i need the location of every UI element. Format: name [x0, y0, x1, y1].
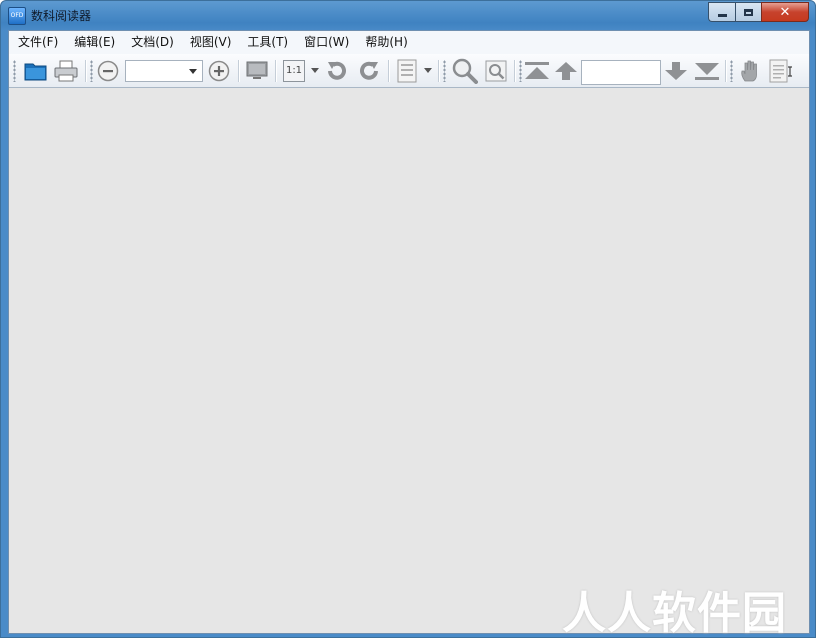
printer-icon: [54, 60, 78, 81]
zoom-out-button[interactable]: [95, 54, 121, 87]
page-layout-button[interactable]: [394, 54, 420, 87]
menu-document[interactable]: 文档(D): [123, 31, 182, 54]
menu-view[interactable]: 视图(V): [182, 31, 240, 54]
monitor-icon: [246, 61, 268, 79]
document-area[interactable]: [9, 88, 809, 633]
fullscreen-button[interactable]: [243, 54, 271, 87]
chevron-down-icon: [424, 68, 432, 73]
actual-size-button[interactable]: 1:1: [281, 54, 307, 87]
zoom-area-button[interactable]: [482, 54, 510, 87]
zoom-in-circle-icon: [208, 60, 230, 81]
fit-options-dropdown[interactable]: [309, 54, 321, 87]
zoom-out-circle-icon: [97, 60, 119, 81]
minimize-icon: [717, 13, 727, 17]
hand-tool-button[interactable]: [737, 54, 763, 87]
actual-size-icon: 1:1: [283, 59, 305, 82]
page-layout-icon: [397, 59, 417, 82]
first-page-icon: [525, 61, 549, 79]
magnifier-icon: [452, 58, 478, 84]
open-folder-icon: [24, 63, 47, 80]
page-layout-dropdown[interactable]: [422, 54, 434, 87]
toolbar-separator: [725, 60, 726, 82]
app-icon: OFD: [8, 7, 26, 25]
maximize-button[interactable]: [735, 2, 761, 22]
menu-file[interactable]: 文件(F): [10, 31, 66, 54]
window-controls: ✕: [708, 2, 809, 22]
arrow-down-icon: [665, 61, 687, 80]
first-page-button[interactable]: [523, 54, 551, 87]
title-bar[interactable]: OFD 数科阅读器 ✕: [1, 1, 815, 30]
last-page-button[interactable]: [693, 54, 721, 87]
menu-tools[interactable]: 工具(T): [239, 31, 296, 54]
app-window: OFD 数科阅读器 ✕ 文件(F) 编辑(E) 文档(D) 视图(V) 工具(T…: [0, 0, 816, 638]
toolbar: 1:1: [9, 54, 809, 88]
toolbar-separator: [85, 60, 86, 82]
toolbar-separator: [275, 60, 276, 82]
page-number-input[interactable]: [581, 60, 661, 85]
rotate-cw-icon: [360, 61, 378, 80]
search-button[interactable]: [450, 54, 480, 87]
next-page-button[interactable]: [663, 54, 689, 87]
toolbar-grip[interactable]: [730, 60, 733, 82]
last-page-icon: [695, 62, 719, 80]
window-title: 数科阅读器: [31, 9, 92, 23]
print-button[interactable]: [52, 54, 80, 87]
toolbar-grip[interactable]: [519, 60, 522, 82]
zoom-area-icon: [485, 60, 507, 81]
zoom-in-button[interactable]: [206, 54, 232, 87]
hand-icon: [741, 60, 757, 81]
toolbar-separator: [238, 60, 239, 82]
menu-edit[interactable]: 编辑(E): [66, 31, 123, 54]
select-text-icon: [769, 59, 792, 82]
previous-page-button[interactable]: [553, 54, 579, 87]
menu-window[interactable]: 窗口(W): [296, 31, 357, 54]
toolbar-separator: [438, 60, 439, 82]
select-text-button[interactable]: [767, 54, 795, 87]
toolbar-separator: [514, 60, 515, 82]
rotate-right-button[interactable]: [355, 54, 383, 87]
toolbar-separator: [388, 60, 389, 82]
open-button[interactable]: [22, 54, 50, 87]
chevron-down-icon: [311, 68, 319, 73]
menu-bar: 文件(F) 编辑(E) 文档(D) 视图(V) 工具(T) 窗口(W) 帮助(H…: [9, 31, 809, 55]
toolbar-grip[interactable]: [13, 60, 16, 82]
close-icon: ✕: [779, 4, 791, 20]
arrow-up-icon: [555, 61, 577, 80]
zoom-level-combo[interactable]: [125, 60, 203, 82]
minimize-button[interactable]: [708, 2, 735, 22]
menu-help[interactable]: 帮助(H): [357, 31, 415, 54]
rotate-ccw-icon: [328, 61, 346, 80]
chevron-down-icon: [189, 69, 197, 74]
watermark: 人人软件园: [562, 588, 787, 639]
close-button[interactable]: ✕: [761, 2, 809, 22]
toolbar-grip[interactable]: [90, 60, 93, 82]
rotate-left-button[interactable]: [323, 54, 351, 87]
toolbar-grip[interactable]: [443, 60, 446, 82]
client-area: 文件(F) 编辑(E) 文档(D) 视图(V) 工具(T) 窗口(W) 帮助(H…: [8, 30, 810, 634]
maximize-icon: [744, 8, 753, 16]
